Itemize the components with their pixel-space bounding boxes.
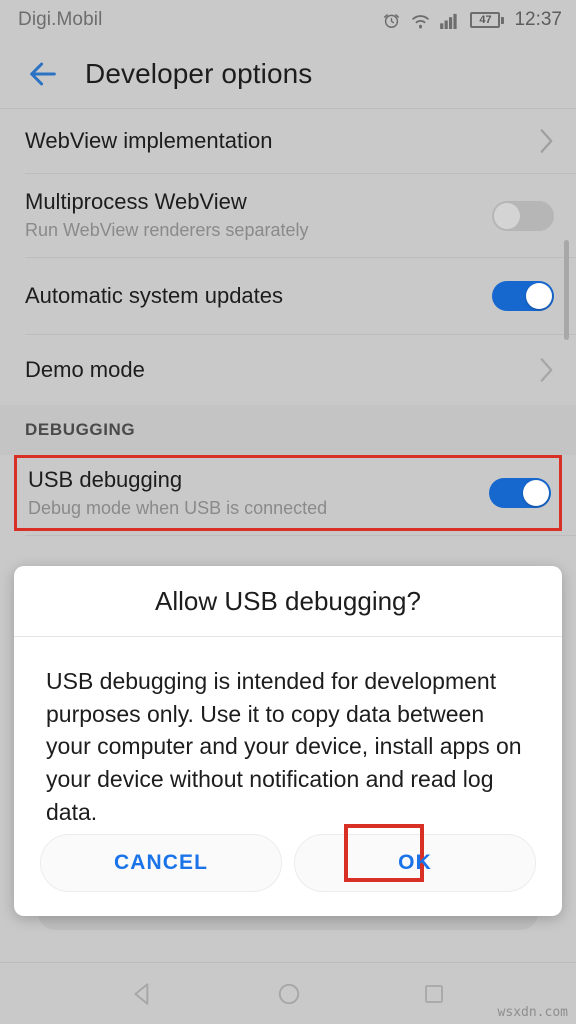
alarm-icon	[384, 13, 400, 28]
row-subtitle: Debug mode when USB is connected	[28, 497, 328, 518]
row-title: WebView implementation	[25, 127, 273, 153]
setting-row-webview-implementation[interactable]: WebView implementation	[0, 109, 576, 173]
app-bar: Developer options	[0, 40, 576, 108]
setting-row-automatic-system-updates[interactable]: Automatic system updates	[0, 258, 576, 334]
toggle-multiprocess-webview[interactable]	[492, 200, 554, 231]
row-title: Automatic system updates	[25, 282, 284, 308]
toggle-usb-debugging[interactable]	[489, 478, 551, 508]
page-title: Developer options	[85, 58, 313, 89]
settings-list[interactable]: WebView implementation Multiprocess WebV…	[0, 108, 576, 536]
phone-screen: Digi.Mobil 47 12:37 Developer options We…	[0, 0, 576, 1024]
nav-recents-icon[interactable]	[422, 982, 446, 1006]
row-title: Multiprocess WebView	[25, 189, 247, 215]
cancel-button[interactable]: CANCEL	[40, 834, 282, 892]
ok-button[interactable]: OK	[294, 824, 536, 892]
battery-percent-label: 47	[479, 13, 492, 26]
clock-label: 12:37	[514, 9, 562, 30]
row-subtitle: Run WebView renderers separately	[25, 220, 309, 241]
watermark-label: wsxdn.com	[497, 1005, 568, 1020]
toggle-automatic-system-updates[interactable]	[492, 281, 554, 311]
row-title: USB debugging	[28, 466, 183, 492]
status-bar: Digi.Mobil 47 12:37	[0, 0, 576, 40]
carrier-label: Digi.Mobil	[18, 9, 103, 30]
setting-row-multiprocess-webview[interactable]: Multiprocess WebView Run WebView rendere…	[0, 174, 576, 257]
setting-row-demo-mode[interactable]: Demo mode	[0, 335, 576, 405]
status-icon-group: 47 12:37	[382, 9, 562, 31]
usb-debugging-dialog: Allow USB debugging? USB debugging is in…	[14, 566, 562, 916]
back-arrow-icon[interactable]	[26, 57, 60, 91]
section-header-label: DEBUGGING	[25, 420, 136, 439]
section-header-debugging: DEBUGGING	[0, 405, 576, 455]
cancel-button-label: CANCEL	[113, 851, 209, 874]
setting-row-usb-debugging[interactable]: USB debugging Debug mode when USB is con…	[14, 455, 562, 531]
signal-icon	[440, 13, 458, 29]
dialog-title: Allow USB debugging?	[155, 585, 421, 616]
battery-icon: 47	[470, 12, 505, 28]
chevron-right-icon	[540, 129, 553, 153]
nav-back-icon[interactable]	[130, 981, 156, 1007]
chevron-right-icon	[540, 358, 553, 382]
wifi-icon	[412, 14, 430, 29]
row-divider	[25, 535, 576, 536]
row-title: Demo mode	[25, 356, 145, 382]
nav-home-icon[interactable]	[276, 981, 302, 1007]
dialog-action-bar: CANCEL OK	[14, 824, 562, 892]
dialog-body-text: USB debugging is intended for developmen…	[46, 668, 522, 825]
vertical-scrollbar[interactable]	[564, 240, 569, 340]
ok-button-label: OK	[398, 851, 432, 874]
navigation-bar	[0, 963, 576, 1024]
